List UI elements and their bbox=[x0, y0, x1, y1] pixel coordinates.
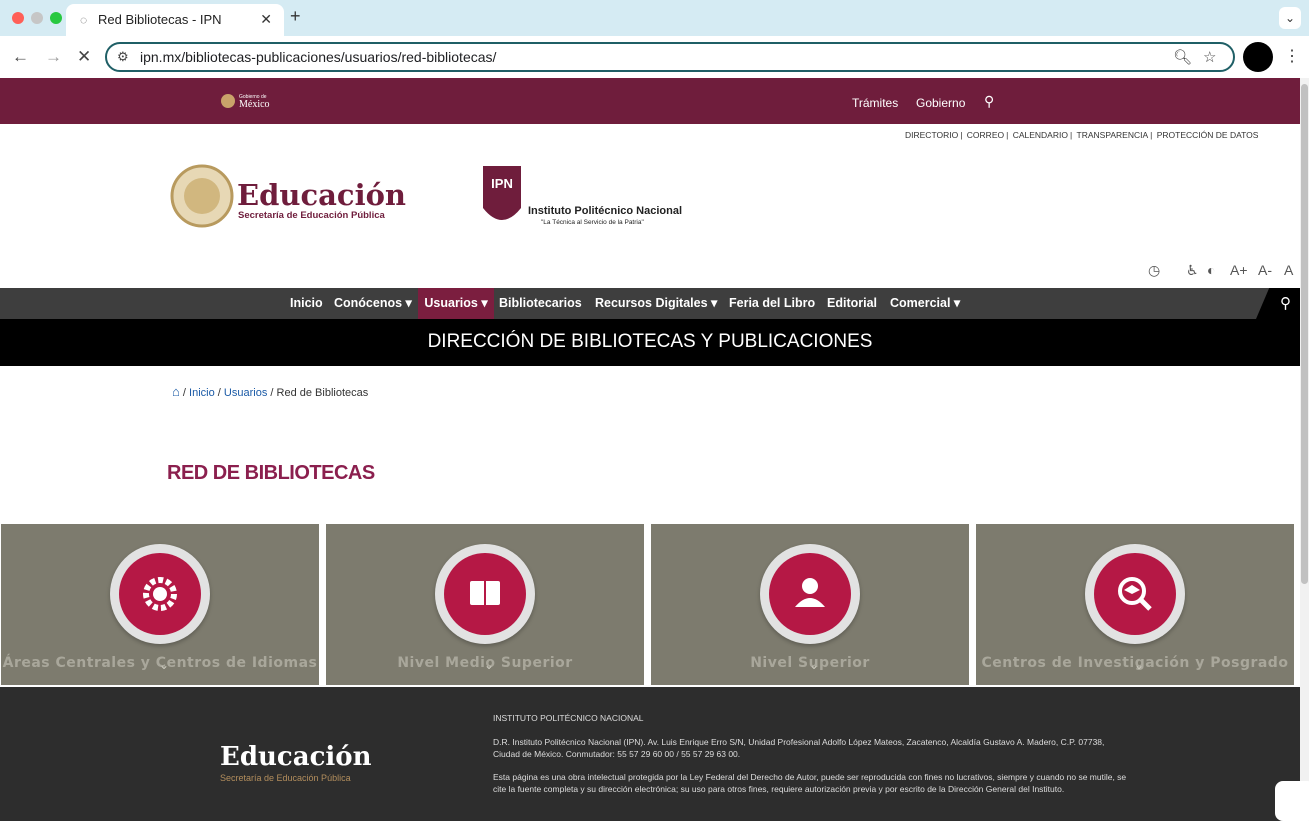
section-band: DIRECCIÓN DE BIBLIOTECAS Y PUBLICACIONES bbox=[0, 319, 1300, 366]
profile-avatar[interactable] bbox=[1243, 42, 1273, 72]
mexico-seal-icon bbox=[170, 164, 234, 228]
tab-search-button[interactable]: ⌄ bbox=[1279, 7, 1301, 29]
card-areas-centrales[interactable]: Áreas Centrales y Centros de Idiomas ⌄ bbox=[1, 524, 319, 685]
tramites-link[interactable]: Trámites bbox=[852, 96, 898, 110]
breadcrumb-separator: / bbox=[182, 387, 186, 399]
breadcrumb-separator: / bbox=[270, 387, 274, 399]
page-scrollbar[interactable] bbox=[1300, 78, 1309, 821]
minimize-window-button[interactable] bbox=[31, 12, 43, 24]
chevron-down-icon: ⌄ bbox=[809, 658, 820, 672]
tab-bar: ◌ Red Bibliotecas - IPN ✕ + ⌄ bbox=[0, 0, 1309, 36]
card-nivel-medio-superior[interactable]: Nivel Medio Superior ⌄ bbox=[326, 524, 644, 685]
footer-copyright: Esta página es una obra intelectual prot… bbox=[493, 772, 1127, 794]
font-decrease-button[interactable]: A- bbox=[1258, 262, 1272, 278]
zoom-icon[interactable]: 🔍︎ bbox=[1173, 48, 1192, 66]
section-title: DIRECCIÓN DE BIBLIOTECAS Y PUBLICACIONES bbox=[427, 331, 873, 352]
breadcrumb-separator: / bbox=[217, 387, 221, 399]
ipn-title: Instituto Politécnico Nacional bbox=[528, 205, 683, 217]
page-title: RED DE BIBLIOTECAS bbox=[167, 462, 375, 484]
nav-bibliotecarios[interactable]: Bibliotecarios bbox=[499, 288, 582, 319]
translate-icon[interactable]: ◷ bbox=[1148, 262, 1160, 279]
close-tab-icon[interactable]: ✕ bbox=[260, 11, 272, 28]
chevron-down-icon: ⌄ bbox=[159, 658, 170, 672]
back-button[interactable]: ← bbox=[12, 47, 29, 67]
card-icon-circle bbox=[435, 544, 535, 644]
search-cap-icon bbox=[1118, 577, 1152, 611]
book-icon bbox=[470, 581, 500, 605]
contrast-icon[interactable]: ◐ bbox=[1207, 262, 1215, 278]
card-icon-circle bbox=[1085, 544, 1185, 644]
card-nivel-superior[interactable]: Nivel Superior ⌄ bbox=[651, 524, 969, 685]
utility-links: DIRECTORIO | CORREO | CALENDARIO | TRANSPAR… bbox=[905, 130, 1259, 140]
close-window-button[interactable] bbox=[12, 12, 24, 24]
transparencia-link[interactable]: TRANSPARENCIA bbox=[1077, 130, 1149, 140]
sep-subtitle: Secretaría de Educación Pública bbox=[238, 210, 385, 221]
chevron-down-icon: ⌄ bbox=[1134, 658, 1145, 672]
address-bar[interactable]: ⚙ ipn.mx/bibliotecas-publicaciones/usuar… bbox=[105, 42, 1235, 72]
coat-of-arms-icon bbox=[221, 94, 235, 108]
gobierno-link[interactable]: Gobierno bbox=[916, 96, 965, 110]
site-info-icon[interactable]: ⚙ bbox=[117, 49, 129, 65]
gear-icon bbox=[143, 577, 177, 611]
nav-conocenos[interactable]: Conócenos ▾ bbox=[334, 288, 412, 319]
forward-button[interactable]: → bbox=[45, 47, 62, 67]
user-icon bbox=[795, 578, 825, 607]
breadcrumb-usuarios[interactable]: Usuarios bbox=[224, 387, 267, 399]
gov-search-icon[interactable]: ⚲ bbox=[984, 93, 994, 110]
nav-feria-del-libro[interactable]: Feria del Libro bbox=[729, 288, 815, 319]
sep-title: Educación bbox=[237, 178, 407, 212]
footer-address: D.R. Instituto Politécnico Nacional (IPN… bbox=[493, 737, 1105, 759]
nav-search-icon[interactable]: ⚲ bbox=[1280, 294, 1291, 312]
breadcrumb: ⌂ / Inicio / Usuarios / Red de Bibliotec… bbox=[172, 384, 368, 399]
tab-title: Red Bibliotecas - IPN bbox=[98, 12, 222, 27]
footer-institution: INSTITUTO POLITÉCNICO NACIONAL bbox=[493, 713, 644, 723]
card-icon-circle bbox=[760, 544, 860, 644]
breadcrumb-current: Red de Bibliotecas bbox=[276, 387, 369, 399]
maximize-window-button[interactable] bbox=[50, 12, 62, 24]
footer-sep-subtitle: Secretaría de Educación Pública bbox=[220, 773, 351, 783]
url-text: ipn.mx/bibliotecas-publicaciones/usuario… bbox=[140, 49, 497, 65]
footer-sep-title: Educación bbox=[220, 742, 372, 772]
directorio-link[interactable]: DIRECTORIO bbox=[905, 130, 958, 140]
browser-toolbar: ← → ✕ ⚙ ipn.mx/bibliotecas-publicaciones… bbox=[0, 36, 1309, 78]
ipn-shield-icon: IPN bbox=[483, 166, 521, 220]
breadcrumb-inicio[interactable]: Inicio bbox=[189, 387, 215, 399]
nav-inicio[interactable]: Inicio bbox=[290, 288, 323, 319]
nav-search-box[interactable]: ⚲ bbox=[1256, 288, 1300, 319]
accessibility-icon[interactable]: ♿︎ bbox=[1186, 262, 1199, 279]
font-increase-button[interactable]: A+ bbox=[1230, 262, 1248, 278]
nav-comercial[interactable]: Comercial ▾ bbox=[890, 288, 960, 319]
correo-link[interactable]: CORREO bbox=[967, 130, 1004, 140]
main-nav: Inicio Conócenos ▾ Usuarios ▾ Biblioteca… bbox=[0, 288, 1300, 325]
card-centros-investigacion[interactable]: Centros de Investigación y Posgrado ⌄ bbox=[976, 524, 1294, 685]
gov-bar: Gobierno de México Trámites Gobierno ⚲ bbox=[0, 78, 1300, 124]
new-tab-button[interactable]: + bbox=[290, 6, 301, 27]
proteccion-datos-link[interactable]: PROTECCIÓN DE DATOS bbox=[1157, 130, 1259, 140]
chat-widget[interactable] bbox=[1275, 781, 1309, 821]
scrollbar-thumb[interactable] bbox=[1301, 84, 1308, 584]
calendario-link[interactable]: CALENDARIO bbox=[1013, 130, 1068, 140]
ipn-shield-mark: IPN bbox=[491, 176, 513, 191]
bookmark-star-icon[interactable]: ☆ bbox=[1203, 48, 1216, 66]
ipn-motto: "La Técnica al Servicio de la Patria" bbox=[541, 219, 644, 226]
card-icon-circle bbox=[110, 544, 210, 644]
chevron-down-icon: ⌄ bbox=[484, 658, 495, 672]
gov-logo-text: México bbox=[239, 99, 270, 110]
gov-mexico-logo[interactable]: Gobierno de México bbox=[221, 94, 270, 110]
loading-icon: ◌ bbox=[80, 13, 88, 27]
stop-loading-button[interactable]: ✕ bbox=[77, 47, 91, 67]
nav-editorial[interactable]: Editorial bbox=[827, 288, 877, 319]
font-reset-button[interactable]: A bbox=[1284, 262, 1293, 278]
home-icon[interactable]: ⌂ bbox=[172, 384, 180, 399]
nav-recursos-digitales[interactable]: Recursos Digitales ▾ bbox=[595, 288, 717, 319]
browser-tab[interactable]: ◌ Red Bibliotecas - IPN ✕ bbox=[66, 4, 284, 36]
browser-menu-icon[interactable]: ⋮ bbox=[1284, 46, 1300, 66]
